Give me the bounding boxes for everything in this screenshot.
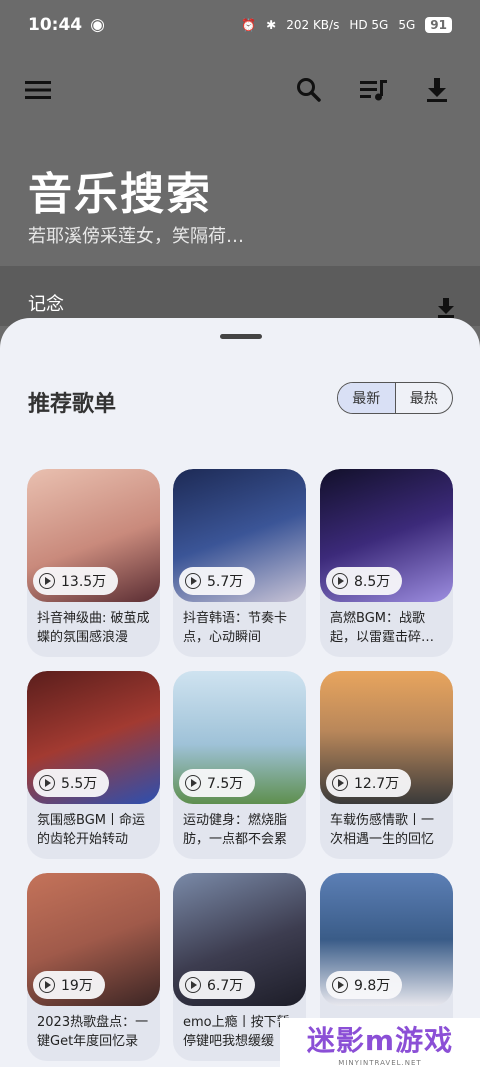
alarm-icon: ⏰ [241, 18, 257, 32]
playlist-title: 高燃BGM：战歌起，以雷霆击碎… [330, 611, 435, 645]
play-count-badge: 19万 [33, 971, 105, 999]
playlist-card[interactable]: 5.5万 氛围感BGM丨命运的齿轮开始转动 [27, 671, 160, 859]
play-icon [332, 573, 348, 589]
watermark-brand: 迷影m游戏 [306, 1023, 454, 1057]
playlist-title: 运动健身：燃烧脂肪，一点都不会累 [183, 813, 288, 847]
play-count-badge: 9.8万 [326, 971, 403, 999]
play-icon [39, 775, 55, 791]
playlist-title: 抖音神级曲: 破茧成蝶的氛围感浪漫 [37, 611, 150, 645]
download-icon[interactable] [417, 70, 457, 110]
tab-newest[interactable]: 最新 [338, 383, 395, 413]
tab-hottest[interactable]: 最热 [394, 383, 453, 413]
play-count-badge: 5.7万 [179, 567, 256, 595]
location-icon: ◉ [90, 15, 105, 35]
play-count-badge: 8.5万 [326, 567, 403, 595]
toolbar [0, 70, 480, 110]
page-subtitle: 若耶溪傍采莲女，笑隔荷… [28, 226, 244, 247]
status-bar: 10:44 ◉ ⏰ ✱ 202 KB/s HD 5G 5G 91 [0, 0, 480, 50]
playlist-title: 氛围感BGM丨命运的齿轮开始转动 [37, 813, 145, 847]
signal-1: HD 5G [349, 18, 389, 32]
status-time: 10:44 [28, 15, 83, 35]
playlist-sheet: 推荐歌单 最新 最热 13.5万 抖音神级曲: 破茧成蝶的氛围感浪漫 5.7万 … [0, 318, 480, 1067]
play-count-badge: 12.7万 [326, 769, 412, 797]
page-title: 音乐搜索 [28, 169, 212, 220]
playlist-card[interactable]: 7.5万 运动健身：燃烧脂肪，一点都不会累 [173, 671, 306, 859]
play-count-badge: 13.5万 [33, 567, 119, 595]
play-icon [332, 775, 348, 791]
play-icon [332, 977, 348, 993]
current-track-title: 记念 [28, 294, 64, 315]
play-icon [185, 775, 201, 791]
play-count-badge: 6.7万 [179, 971, 256, 999]
play-icon [39, 977, 55, 993]
bluetooth-icon: ✱ [266, 18, 277, 32]
playlist-card[interactable]: 5.7万 抖音韩语：节奏卡点，心动瞬间 [173, 469, 306, 657]
playlist-title: 2023热歌盘点：一键Get年度回忆录 [37, 1015, 149, 1049]
network-speed: 202 KB/s [286, 18, 340, 32]
play-count-badge: 7.5万 [179, 769, 256, 797]
menu-icon[interactable] [18, 70, 58, 110]
watermark-url: MINYINTRAVEL.NET [338, 1058, 422, 1067]
playlist-title: 车载伤感情歌丨一次相遇一生的回忆 [330, 813, 435, 847]
playlist-card[interactable]: 13.5万 抖音神级曲: 破茧成蝶的氛围感浪漫 [27, 469, 160, 657]
watermark-logo: 迷影m游戏 MINYINTRAVEL.NET [280, 1018, 480, 1067]
playlist-card[interactable]: 8.5万 高燃BGM：战歌起，以雷霆击碎… [320, 469, 453, 657]
playlist-title: 抖音韩语：节奏卡点，心动瞬间 [183, 611, 288, 645]
section-title: 推荐歌单 [28, 392, 117, 417]
current-track-band[interactable] [0, 266, 480, 326]
search-icon[interactable] [289, 70, 329, 110]
play-icon [185, 573, 201, 589]
signal-2: 5G [398, 18, 416, 32]
playlist-card[interactable]: 19万 2023热歌盘点：一键Get年度回忆录 [27, 873, 160, 1061]
battery-level: 91 [425, 17, 452, 33]
play-count-badge: 5.5万 [33, 769, 110, 797]
play-icon [39, 573, 55, 589]
sheet-drag-handle[interactable] [220, 334, 262, 339]
playlist-card[interactable]: 12.7万 车载伤感情歌丨一次相遇一生的回忆 [320, 671, 453, 859]
sort-toggle: 最新 最热 [337, 382, 453, 414]
playlist-icon[interactable] [354, 70, 394, 110]
play-icon [185, 977, 201, 993]
